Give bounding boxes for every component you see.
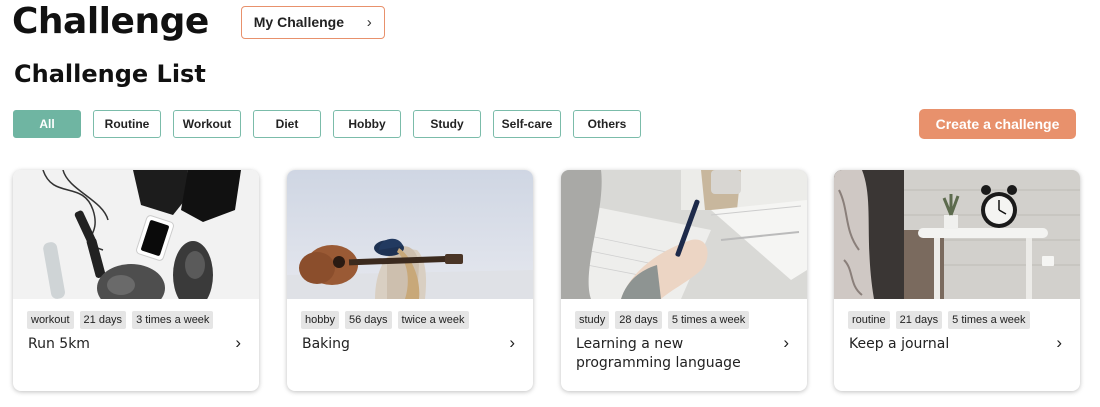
card-title: Learning a new programming language	[576, 336, 741, 371]
card-title: Baking	[302, 336, 350, 352]
card-title: Keep a journal	[849, 336, 950, 352]
frequency-tag: twice a week	[397, 311, 469, 329]
filter-others[interactable]: Others	[573, 110, 641, 138]
category-tag: workout	[27, 311, 74, 329]
chevron-right-icon: ›	[783, 333, 789, 352]
chevron-right-icon: ›	[1056, 333, 1062, 352]
my-challenge-label: My Challenge	[253, 14, 345, 30]
tag-list: routine 21 days 5 times a week	[848, 311, 1030, 329]
duration-tag: 21 days	[895, 311, 943, 329]
duration-tag: 56 days	[344, 311, 392, 329]
filter-routine[interactable]: Routine	[93, 110, 161, 138]
challenge-card[interactable]: workout 21 days 3 times a week Run 5km ›	[13, 170, 259, 391]
filter-workout[interactable]: Workout	[173, 110, 241, 138]
filter-hobby[interactable]: Hobby	[333, 110, 401, 138]
frequency-tag: 3 times a week	[132, 311, 214, 329]
challenge-card[interactable]: routine 21 days 5 times a week Keep a jo…	[834, 170, 1080, 391]
frequency-tag: 5 times a week	[948, 311, 1030, 329]
section-title: Challenge List	[14, 60, 206, 88]
challenge-card[interactable]: hobby 56 days twice a week Baking ›	[287, 170, 533, 391]
create-challenge-button[interactable]: Create a challenge	[919, 109, 1076, 139]
category-tag: study	[575, 311, 610, 329]
alarm-clock-bedside-image	[834, 170, 1080, 299]
duration-tag: 21 days	[79, 311, 127, 329]
tag-list: workout 21 days 3 times a week	[27, 311, 214, 329]
category-tag: routine	[848, 311, 890, 329]
duration-tag: 28 days	[615, 311, 662, 329]
my-challenge-button[interactable]: My Challenge ›	[240, 5, 385, 39]
frequency-tag: 5 times a week	[667, 311, 750, 329]
filter-diet[interactable]: Diet	[253, 110, 321, 138]
header: Challenge My Challenge ›	[12, 0, 385, 44]
filter-self-care[interactable]: Self-care	[493, 110, 561, 138]
guitar-person-image	[287, 170, 533, 299]
tag-list: study 28 days 5 times a week	[575, 311, 750, 329]
workout-gear-image	[13, 170, 259, 299]
chevron-right-icon: ›	[366, 13, 372, 31]
filter-all[interactable]: All	[13, 110, 81, 138]
challenge-card[interactable]: study 28 days 5 times a week Learning a …	[561, 170, 807, 391]
card-title: Run 5km	[28, 336, 90, 352]
writing-notebook-image	[561, 170, 807, 299]
chevron-right-icon: ›	[235, 333, 241, 352]
filter-study[interactable]: Study	[413, 110, 481, 138]
challenge-list: workout 21 days 3 times a week Run 5km ›	[0, 170, 1100, 392]
category-tag: hobby	[301, 311, 339, 329]
chevron-right-icon: ›	[509, 333, 515, 352]
page-title: Challenge	[12, 1, 209, 42]
tag-list: hobby 56 days twice a week	[301, 311, 469, 329]
